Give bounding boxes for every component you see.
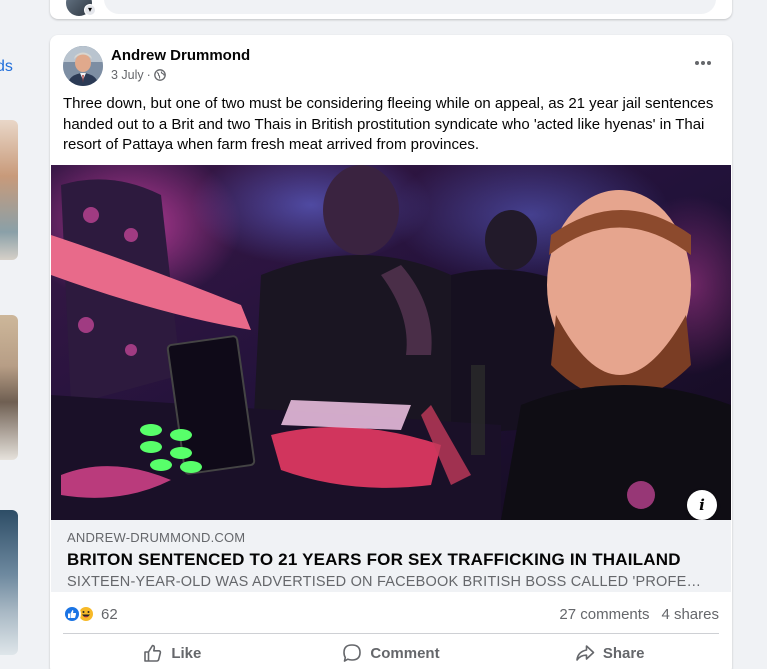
meta-separator: · [146, 68, 151, 82]
link-title[interactable]: BRITON SENTENCED TO 21 YEARS FOR SEX TRA… [67, 550, 715, 570]
post-image[interactable]: i [51, 165, 731, 520]
author-avatar[interactable] [63, 46, 103, 86]
left-thumbnail[interactable] [0, 510, 18, 655]
post-text: Three down, but one of two must be consi… [63, 95, 714, 153]
left-thumbnail[interactable] [0, 120, 18, 260]
post-meta: 3 July · [111, 68, 166, 82]
reactions[interactable]: 62 [63, 605, 118, 623]
post-date[interactable]: 3 July [111, 68, 144, 82]
post-card: Andrew Drummond 3 July · Three down, but… [50, 35, 732, 669]
globe-icon [153, 69, 166, 81]
left-thumbnail[interactable] [0, 315, 18, 460]
link-preview[interactable]: ANDREW-DRUMMOND.COM BRITON SENTENCED TO … [51, 520, 731, 592]
shares-count[interactable]: 4 shares [661, 606, 719, 623]
comment-button[interactable]: Comment [282, 637, 501, 669]
post-actions: Like Comment Share [63, 637, 719, 669]
comment-label: Comment [370, 644, 440, 662]
divider [63, 633, 719, 634]
chevron-down-icon[interactable]: ▾ [84, 4, 96, 16]
link-domain: ANDREW-DRUMMOND.COM [67, 530, 246, 545]
link-description: SIXTEEN-YEAR-OLD WAS ADVERTISED ON FACEB… [67, 574, 707, 590]
comment-icon [342, 643, 362, 663]
share-label: Share [602, 644, 645, 662]
like-reaction-icon [63, 605, 81, 623]
share-icon [575, 643, 595, 663]
like-label: Like [171, 644, 202, 662]
share-button[interactable]: Share [500, 637, 719, 669]
reaction-count: 62 [101, 605, 118, 623]
left-link-fragment[interactable]: ds [0, 58, 13, 76]
thumbs-up-icon [143, 643, 163, 663]
post-stats: 62 27 comments 4 shares [63, 600, 719, 628]
info-icon[interactable]: i [687, 490, 717, 520]
comments-count[interactable]: 27 comments [559, 606, 649, 623]
left-column: ds [0, 0, 20, 669]
author-name[interactable]: Andrew Drummond [111, 47, 250, 64]
create-post-card: ▾ [50, 0, 732, 19]
like-button[interactable]: Like [63, 637, 282, 669]
create-post-input[interactable] [104, 0, 716, 14]
more-options-icon[interactable] [690, 53, 716, 73]
